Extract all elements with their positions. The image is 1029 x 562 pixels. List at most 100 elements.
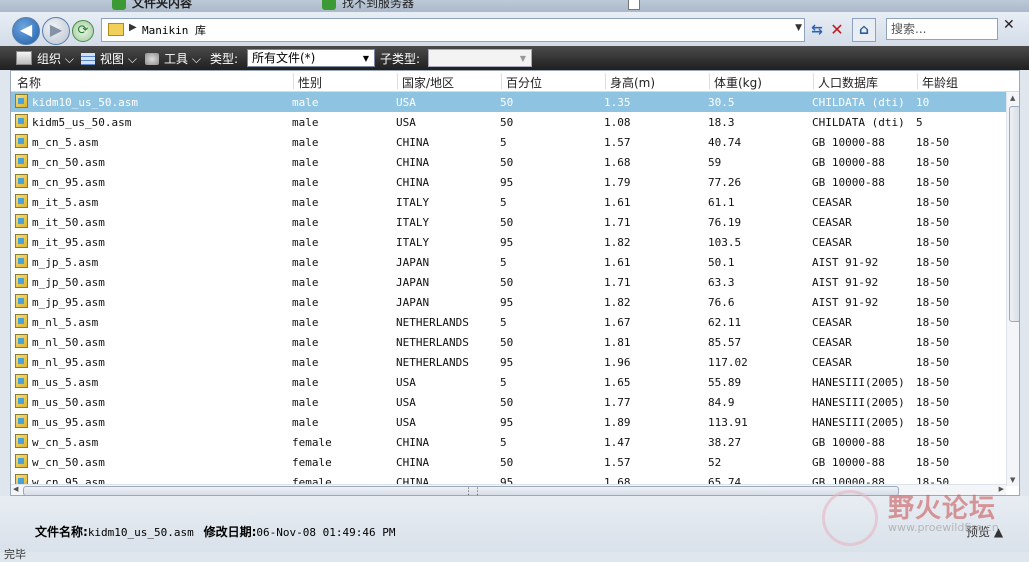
table-row[interactable]: m_nl_95.asm male NETHERLANDS 95 1.96 117.02 CE…: [11, 352, 1006, 372]
cell-height: 1.67: [604, 316, 631, 329]
cell-country: CHINA: [396, 436, 430, 449]
cell-population-db: CEASAR: [812, 316, 852, 329]
refresh-icon[interactable]: ⟳: [72, 20, 94, 42]
address-field[interactable]: ▶ Manikin 库 ▼: [101, 18, 805, 42]
file-info: 文件名称:kidm10_us_50.asm 修改日期:06-Nov-08 01:…: [35, 523, 396, 540]
table-row[interactable]: m_us_95.asm male USA 95 1.89 113.91 HANESIII(2…: [11, 412, 1006, 432]
cell-weight: 85.57: [708, 336, 742, 349]
cell-weight: 40.74: [708, 136, 742, 149]
vertical-scrollbar[interactable]: ▲ ▼: [1006, 92, 1019, 486]
cell-name: w_cn_5.asm: [32, 436, 99, 449]
table-row[interactable]: m_cn_5.asm male CHINA 5 1.57 40.74 GB 10000-88…: [11, 132, 1006, 152]
cell-country: CHINA: [396, 456, 430, 469]
back-button[interactable]: ◀: [12, 17, 40, 45]
cell-gender: male: [292, 316, 319, 329]
stop-icon[interactable]: ✕: [828, 21, 846, 39]
column-headers: 名称 性别 国家/地区 百分位 身高(m) 体重(kg) 人口数据库 年龄组: [11, 71, 1019, 92]
column-divider[interactable]: [709, 73, 710, 89]
table-row[interactable]: m_us_5.asm male USA 5 1.65 55.89 HANESIII(2005…: [11, 372, 1006, 392]
column-header-age-group[interactable]: 年龄组: [922, 74, 958, 91]
column-header-population-db[interactable]: 人口数据库: [818, 74, 878, 91]
table-row[interactable]: m_it_95.asm male ITALY 95 1.82 103.5 CEASAR 18-…: [11, 232, 1006, 252]
cell-country: CHINA: [396, 176, 430, 189]
forward-button[interactable]: ▶: [42, 17, 70, 45]
table-row[interactable]: m_nl_5.asm male NETHERLANDS 5 1.67 62.11 CEASA…: [11, 312, 1006, 332]
column-header-name[interactable]: 名称: [17, 74, 41, 91]
scroll-left-icon[interactable]: ◀: [13, 485, 18, 493]
table-row[interactable]: kidm5_us_50.asm male USA 50 1.08 18.3 CHILDATA…: [11, 112, 1006, 132]
column-header-country[interactable]: 国家/地区: [402, 74, 454, 91]
column-header-height[interactable]: 身高(m): [610, 74, 655, 91]
table-row[interactable]: m_jp_95.asm male JAPAN 95 1.82 76.6 AIST 91-92…: [11, 292, 1006, 312]
table-row[interactable]: m_nl_50.asm male NETHERLANDS 50 1.81 85.57 CEA…: [11, 332, 1006, 352]
cell-height: 1.77: [604, 396, 631, 409]
assembly-file-icon: [15, 274, 28, 288]
cell-height: 1.61: [604, 256, 631, 269]
new-tab-button[interactable]: [628, 0, 640, 10]
cell-name: m_us_95.asm: [32, 416, 105, 429]
chevron-down-icon[interactable]: ▼: [795, 23, 802, 33]
cell-gender: male: [292, 416, 319, 429]
modified-date-value: 06-Nov-08 01:49:46 PM: [256, 526, 396, 539]
type-select-value: 所有文件(*): [252, 51, 316, 65]
cell-population-db: CEASAR: [812, 336, 852, 349]
cell-gender: male: [292, 236, 319, 249]
chevron-down-icon: ⌵: [191, 52, 201, 66]
subtype-select[interactable]: ▼: [428, 49, 532, 67]
cell-gender: male: [292, 396, 319, 409]
scroll-down-icon[interactable]: ▼: [1010, 476, 1015, 484]
cell-weight: 76.19: [708, 216, 742, 229]
column-header-percentile[interactable]: 百分位: [506, 74, 542, 91]
cell-country: JAPAN: [396, 276, 430, 289]
cell-height: 1.47: [604, 436, 631, 449]
scroll-up-icon[interactable]: ▲: [1010, 94, 1015, 102]
table-row[interactable]: w_cn_50.asm female CHINA 50 1.57 52 GB 10000-8…: [11, 452, 1006, 472]
scrollbar-thumb[interactable]: [1009, 106, 1019, 322]
breadcrumb-arrow-icon[interactable]: ▶: [129, 22, 137, 33]
cell-height: 1.68: [604, 156, 631, 169]
close-icon[interactable]: ✕: [1003, 17, 1015, 33]
cell-population-db: CEASAR: [812, 236, 852, 249]
column-divider[interactable]: [813, 73, 814, 89]
column-divider[interactable]: [501, 73, 502, 89]
cell-height: 1.71: [604, 276, 631, 289]
table-row[interactable]: w_cn_5.asm female CHINA 5 1.47 38.27 GB 10000-…: [11, 432, 1006, 452]
type-select[interactable]: 所有文件(*) ▼: [247, 49, 375, 67]
organize-menu[interactable]: 组织 ⌵: [16, 50, 74, 67]
column-divider[interactable]: [917, 73, 918, 89]
view-menu[interactable]: 视图 ⌵: [81, 50, 137, 67]
cell-weight: 50.1: [708, 256, 735, 269]
tab-folder-contents[interactable]: 文件夹内容: [110, 0, 192, 12]
cell-age-group: 18-50: [916, 396, 950, 409]
table-row[interactable]: m_jp_5.asm male JAPAN 5 1.61 50.1 AIST 91-92 18…: [11, 252, 1006, 272]
table-row[interactable]: m_it_50.asm male ITALY 50 1.71 76.19 CEASAR 18-…: [11, 212, 1006, 232]
table-row[interactable]: m_us_50.asm male USA 50 1.77 84.9 HANESIII(200…: [11, 392, 1006, 412]
scrollbar-thumb[interactable]: ⋮⋮: [23, 486, 899, 495]
column-divider[interactable]: [293, 73, 294, 89]
cell-country: ITALY: [396, 196, 430, 209]
home-icon[interactable]: ⌂: [852, 18, 876, 42]
cell-weight: 30.5: [708, 96, 735, 109]
table-row[interactable]: m_cn_95.asm male CHINA 95 1.79 77.26 GB 10000-…: [11, 172, 1006, 192]
table-row[interactable]: m_jp_50.asm male JAPAN 50 1.71 63.3 AIST 91-92…: [11, 272, 1006, 292]
tab-server-not-found[interactable]: 找不到服务器: [320, 0, 642, 12]
cell-population-db: GB 10000-88: [812, 436, 885, 449]
cell-country: USA: [396, 96, 416, 109]
table-row[interactable]: m_it_5.asm male ITALY 5 1.61 61.1 CEASAR 18-50: [11, 192, 1006, 212]
file-rows: kidm10_us_50.asm male USA 50 1.35 30.5 CHILDAT…: [11, 92, 1006, 492]
cell-country: USA: [396, 396, 416, 409]
go-icon[interactable]: ⇆: [808, 21, 826, 39]
table-row[interactable]: m_cn_50.asm male CHINA 50 1.68 59 GB 10000-88 1…: [11, 152, 1006, 172]
column-divider[interactable]: [397, 73, 398, 89]
column-header-gender[interactable]: 性别: [298, 74, 322, 91]
cell-population-db: HANESIII(2005): [812, 416, 905, 429]
column-divider[interactable]: [605, 73, 606, 89]
assembly-file-icon: [15, 294, 28, 308]
search-input[interactable]: 搜索...: [886, 18, 998, 40]
browser-tab-icon: [322, 0, 336, 10]
view-label: 视图: [100, 52, 125, 66]
cell-country: CHINA: [396, 156, 430, 169]
tools-menu[interactable]: 工具 ⌵: [145, 50, 201, 67]
table-row[interactable]: kidm10_us_50.asm male USA 50 1.35 30.5 CHILDAT…: [11, 92, 1006, 112]
column-header-weight[interactable]: 体重(kg): [714, 74, 762, 91]
